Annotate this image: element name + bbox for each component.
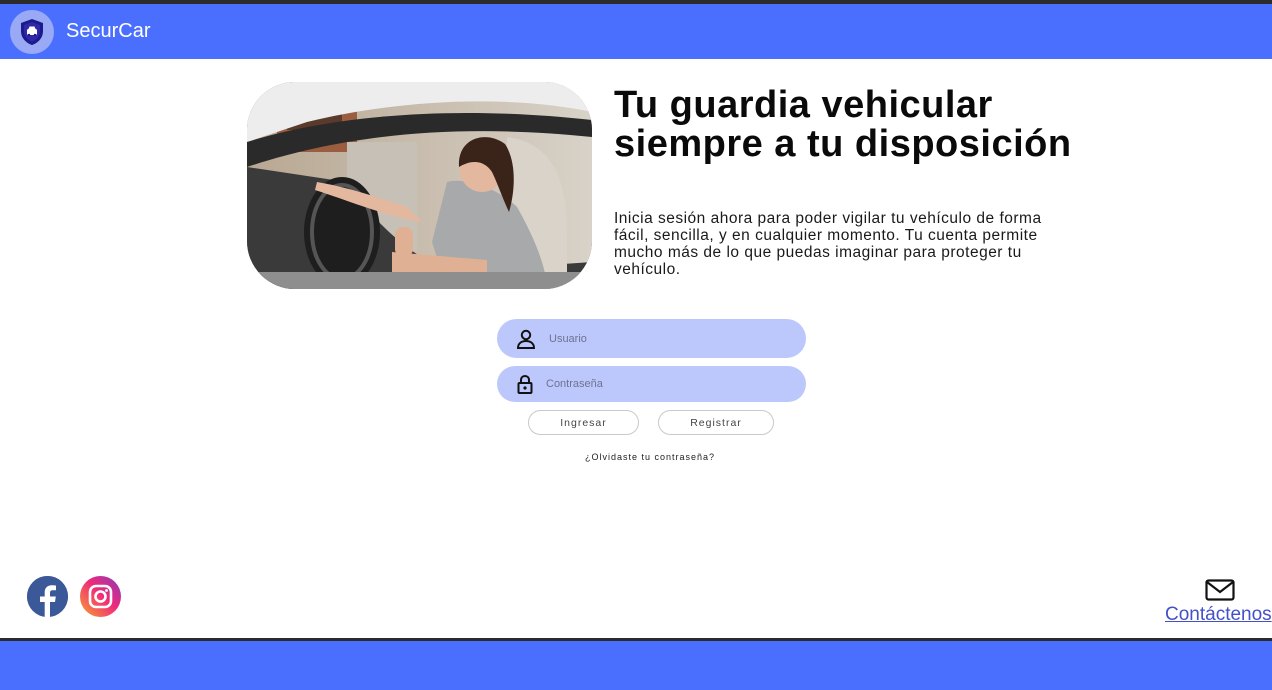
username-field[interactable] [497,319,806,358]
facebook-icon[interactable] [27,576,68,617]
password-field[interactable] [497,366,806,402]
hero-description: Inicia sesión ahora para poder vigilar t… [614,210,1042,278]
page-title: Tu guardia vehicular siempre a tu dispos… [614,84,1072,165]
contact-link[interactable]: Contáctenos [1165,604,1272,626]
lock-icon [514,373,536,395]
brand-name[interactable]: SecurCar [66,20,150,43]
footer [0,641,1272,690]
register-button[interactable]: Registrar [658,410,774,435]
user-icon [515,328,537,350]
username-input[interactable] [549,332,779,345]
shield-car-icon[interactable] [10,9,54,54]
mail-icon[interactable] [1205,579,1235,601]
login-button[interactable]: Ingresar [528,410,639,435]
forgot-password-link[interactable]: ¿Olvidaste tu contraseña? [560,452,740,462]
hero-image [247,82,592,289]
instagram-icon[interactable] [80,576,121,617]
password-input[interactable] [546,378,776,390]
navbar: SecurCar [0,4,1272,59]
